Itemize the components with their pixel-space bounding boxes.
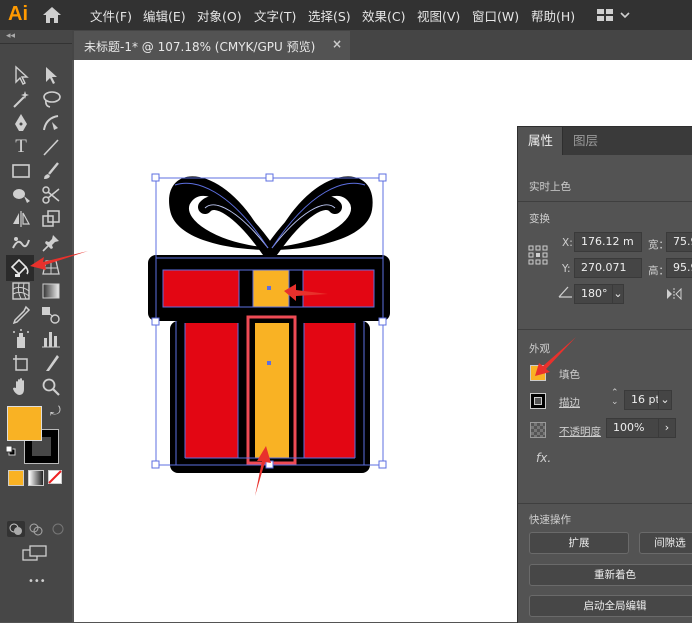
menu-type[interactable]: 文字(T) xyxy=(254,6,296,25)
panel-tabs: 属性 图层 xyxy=(518,127,692,155)
color-mode-icon[interactable] xyxy=(8,470,24,486)
opacity-field[interactable]: 100% xyxy=(606,418,662,438)
screen-mode-icon[interactable] xyxy=(22,545,48,561)
home-icon[interactable] xyxy=(42,6,62,24)
draw-mode-icons[interactable] xyxy=(6,520,66,538)
puppet-warp-tool-icon[interactable] xyxy=(10,232,32,254)
lid-left-red xyxy=(163,270,239,307)
rotate-angle-icon xyxy=(558,286,572,298)
transform-title: 变换 xyxy=(529,213,550,225)
pen-tool-icon[interactable] xyxy=(10,112,32,134)
angle-dropdown-icon[interactable]: ⌄ xyxy=(612,284,624,304)
shaper-tool-icon[interactable] xyxy=(10,184,32,206)
direct-selection-tool-icon[interactable] xyxy=(40,64,62,86)
menu-effect[interactable]: 效果(C) xyxy=(362,6,405,25)
tools-panel: ◂◂ T ⤾ ••• xyxy=(0,30,72,622)
opacity-icon xyxy=(530,422,546,438)
menu-object[interactable]: 对象(O) xyxy=(197,6,242,25)
live-paint-title: 实时上色 xyxy=(529,181,571,193)
more-tools-icon[interactable]: ••• xyxy=(28,576,46,587)
scissors-tool-icon[interactable] xyxy=(40,184,62,206)
gradient-mode-icon[interactable] xyxy=(28,470,44,486)
menu-bar: Ai 文件(F) 编辑(E) 对象(O) 文字(T) 选择(S) 效果(C) 视… xyxy=(0,0,692,30)
line-tool-icon[interactable] xyxy=(40,136,62,158)
stroke-stepper-icon[interactable]: ⌃ ⌄ xyxy=(611,389,619,407)
reference-point-icon[interactable] xyxy=(528,245,548,265)
curvature-tool-icon[interactable] xyxy=(40,112,62,134)
width-field[interactable]: 75.9 xyxy=(666,232,692,252)
stroke-dropdown-icon[interactable]: ⌄ xyxy=(658,390,672,410)
hand-tool-icon[interactable] xyxy=(10,376,32,398)
effects-icon[interactable]: fx. xyxy=(536,451,551,465)
scale-tool-icon[interactable] xyxy=(40,208,62,230)
tab-properties[interactable]: 属性 xyxy=(518,127,564,155)
reflect-tool-icon[interactable] xyxy=(10,208,32,230)
artboard-tool-icon[interactable] xyxy=(10,352,32,374)
box-right-red xyxy=(304,323,355,458)
box-center-yellow xyxy=(255,323,289,458)
stroke-swatch[interactable] xyxy=(530,393,546,409)
eyedropper-tool-icon[interactable] xyxy=(10,304,32,326)
gap-options-button[interactable]: 间隙选 xyxy=(639,532,692,554)
symbol-sprayer-tool-icon[interactable] xyxy=(10,328,32,350)
menu-edit[interactable]: 编辑(E) xyxy=(143,6,186,25)
default-fill-stroke-icon[interactable] xyxy=(5,445,16,456)
menu-help[interactable]: 帮助(H) xyxy=(531,6,575,25)
mesh-tool-icon[interactable] xyxy=(10,280,32,302)
lid-right-red xyxy=(303,270,374,307)
document-tab[interactable]: 未标题-1* @ 107.18% (CMYK/GPU 预览) × xyxy=(74,31,350,60)
toolbar-annotation-arrow xyxy=(30,251,88,270)
column-graph-tool-icon[interactable] xyxy=(40,328,62,350)
fill-color-swatch[interactable] xyxy=(7,406,42,441)
quick-actions-title: 快速操作 xyxy=(529,514,571,526)
blend-tool-icon[interactable] xyxy=(40,304,62,326)
expand-button[interactable]: 扩展 xyxy=(529,532,629,554)
opacity-label[interactable]: 不透明度 xyxy=(559,424,601,439)
recolor-button[interactable]: 重新着色 xyxy=(529,564,692,586)
height-field[interactable]: 95.9 xyxy=(666,258,692,278)
zoom-tool-icon[interactable] xyxy=(40,376,62,398)
selection-tool-icon[interactable] xyxy=(10,64,32,86)
slice-tool-icon[interactable] xyxy=(40,352,62,374)
document-tab-title: 未标题-1* @ 107.18% (CMYK/GPU 预览) xyxy=(84,40,316,54)
panel-annotation-arrow xyxy=(535,337,576,376)
gradient-tool-icon[interactable] xyxy=(40,280,62,302)
paintbrush-tool-icon[interactable] xyxy=(40,160,62,182)
lasso-tool-icon[interactable] xyxy=(40,88,62,110)
none-mode-icon[interactable] xyxy=(48,470,62,484)
tab-layers[interactable]: 图层 xyxy=(562,127,608,155)
x-label: X: xyxy=(562,237,573,249)
magic-wand-tool-icon[interactable] xyxy=(10,88,32,110)
opacity-arrow-icon[interactable]: › xyxy=(658,418,676,438)
y-label: Y: xyxy=(562,263,571,275)
close-tab-icon[interactable]: × xyxy=(332,37,342,51)
flip-icon[interactable] xyxy=(666,288,682,300)
type-tool-icon[interactable]: T xyxy=(10,136,32,158)
menu-file[interactable]: 文件(F) xyxy=(90,6,132,25)
box-left-red xyxy=(185,323,238,458)
app-logo: Ai xyxy=(8,3,28,25)
collapse-panel-icon[interactable]: ◂◂ xyxy=(6,31,15,41)
y-field[interactable]: 270.071 xyxy=(574,258,642,278)
menu-view[interactable]: 视图(V) xyxy=(417,6,460,25)
workspace-switcher-icon[interactable] xyxy=(596,6,632,24)
global-edit-button[interactable]: 启动全局编辑 xyxy=(529,595,692,617)
swap-fill-stroke-icon[interactable]: ⤾ xyxy=(50,404,61,419)
menu-window[interactable]: 窗口(W) xyxy=(472,6,519,25)
x-field[interactable]: 176.12 m xyxy=(574,232,642,252)
rectangle-tool-icon[interactable] xyxy=(10,160,32,182)
stroke-label[interactable]: 描边 xyxy=(559,395,580,410)
menu-select[interactable]: 选择(S) xyxy=(308,6,351,25)
